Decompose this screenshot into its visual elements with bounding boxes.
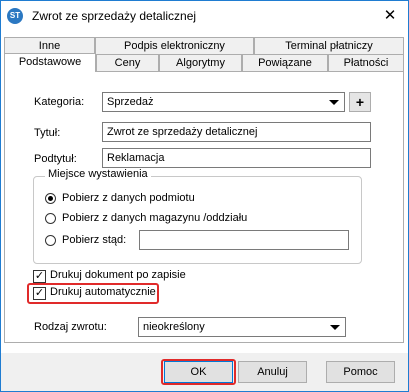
checkbox-drukuj-po-zapisie-label[interactable]: Drukuj dokument po zapisie xyxy=(50,269,186,281)
tab-powiazane[interactable]: Powiązane xyxy=(242,54,328,71)
chevron-down-icon xyxy=(330,325,340,330)
kategoria-value: Sprzedaż xyxy=(107,96,154,108)
tytul-label: Tytuł: xyxy=(34,127,61,139)
app-icon: ST xyxy=(7,8,23,24)
group-title: Miejsce wystawienia xyxy=(45,168,151,180)
podtytul-field[interactable]: Reklamacja xyxy=(102,148,371,168)
radio-pobierz-stad[interactable] xyxy=(45,235,56,246)
close-icon[interactable]: ✕ xyxy=(373,1,407,31)
chevron-down-icon xyxy=(329,100,339,105)
ok-button[interactable]: OK xyxy=(164,361,233,383)
kategoria-select[interactable]: Sprzedaż xyxy=(102,92,345,112)
dialog-window: ST Zwrot ze sprzedaży detalicznej ✕ Inne… xyxy=(0,0,409,392)
radio-pobierz-magazyn[interactable] xyxy=(45,213,56,224)
rodzaj-zwrotu-value: nieokreślony xyxy=(143,321,205,333)
cancel-button[interactable]: Anuluj xyxy=(238,361,307,383)
tytul-field[interactable]: Zwrot ze sprzedaży detalicznej xyxy=(102,122,371,142)
checkbox-drukuj-po-zapisie[interactable]: ✓ xyxy=(33,270,46,283)
window-title: Zwrot ze sprzedaży detalicznej xyxy=(32,9,197,23)
checkbox-drukuj-automatycznie[interactable]: ✓ xyxy=(33,287,46,300)
tab-terminal-platniczy[interactable]: Terminal płatniczy xyxy=(254,37,404,54)
radio-pobierz-podmiot-label[interactable]: Pobierz z danych podmiotu xyxy=(62,192,195,204)
podtytul-label: Podtytuł: xyxy=(34,153,77,165)
radio-pobierz-podmiot[interactable] xyxy=(45,193,56,204)
title-bar: ST Zwrot ze sprzedaży detalicznej ✕ xyxy=(1,1,408,31)
add-category-button[interactable]: + xyxy=(349,92,371,112)
radio-pobierz-magazyn-label[interactable]: Pobierz z danych magazynu /oddziału xyxy=(62,212,247,224)
checkbox-drukuj-automatycznie-label[interactable]: Drukuj automatycznie xyxy=(50,286,156,298)
kategoria-label: Kategoria: xyxy=(34,96,85,108)
tab-podstawowe[interactable]: Podstawowe xyxy=(4,53,96,72)
tab-platnosci[interactable]: Płatności xyxy=(328,54,404,71)
pobierz-stad-field[interactable] xyxy=(139,230,349,250)
tab-algorytmy[interactable]: Algorytmy xyxy=(159,54,242,71)
rodzaj-zwrotu-label: Rodzaj zwrotu: xyxy=(34,321,107,333)
radio-selected-dot xyxy=(48,196,53,201)
help-button[interactable]: Pomoc xyxy=(326,361,395,383)
tab-ceny[interactable]: Ceny xyxy=(96,54,159,71)
tab-podpis-elektroniczny[interactable]: Podpis elektroniczny xyxy=(95,37,254,54)
radio-pobierz-stad-label[interactable]: Pobierz stąd: xyxy=(62,234,126,246)
rodzaj-zwrotu-select[interactable]: nieokreślony xyxy=(138,317,346,337)
tab-inne[interactable]: Inne xyxy=(4,37,95,54)
